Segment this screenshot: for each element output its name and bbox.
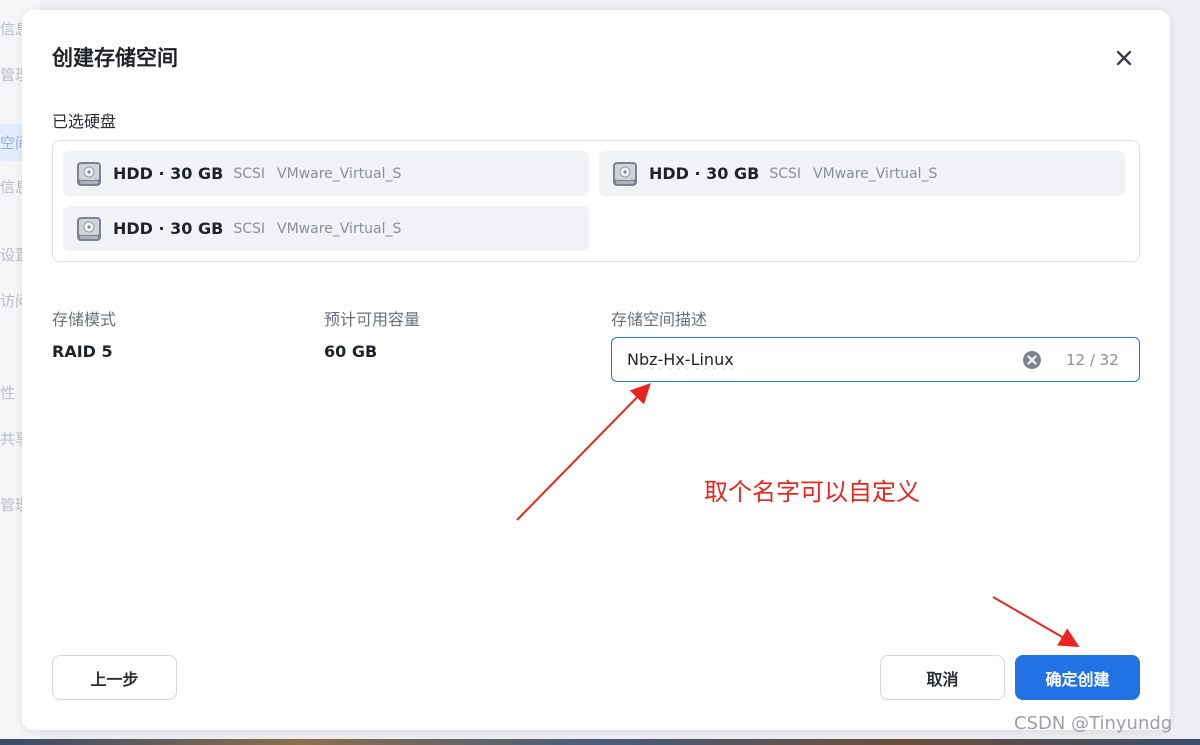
disk-model: VMware_Virtual_S (813, 165, 938, 182)
storage-mode-value: RAID 5 (52, 342, 113, 361)
disk-interface: SCSI (233, 220, 266, 237)
hard-disk-icon (77, 161, 101, 186)
dialog-title: 创建存储空间 (52, 46, 178, 70)
confirm-create-button[interactable]: 确定创建 (1015, 655, 1140, 700)
previous-step-button[interactable]: 上一步 (52, 655, 177, 700)
disk-name: HDD · 30 GB (113, 164, 224, 183)
description-field[interactable]: 12 / 32 (611, 337, 1140, 382)
cancel-button[interactable]: 取消 (880, 655, 1005, 700)
disk-name: HDD · 30 GB (649, 164, 760, 183)
storage-mode-label: 存储模式 (52, 310, 117, 329)
watermark: CSDN @Tinyundg (1014, 713, 1173, 734)
disk-name: HDD · 30 GB (113, 219, 224, 238)
disk-model: VMware_Virtual_S (277, 165, 402, 182)
disk-item: HDD · 30 GB SCSI VMware_Virtual_S (63, 151, 589, 196)
selected-disks-label: 已选硬盘 (52, 112, 117, 131)
disk-interface: SCSI (233, 165, 266, 182)
hard-disk-icon (613, 161, 637, 186)
sidebar-fragment: 共享 (0, 430, 24, 448)
create-storage-dialog: 创建存储空间 已选硬盘 HDD · 30 GB SCSI VMware_Virt… (22, 10, 1170, 730)
character-counter: 12 / 32 (1066, 351, 1119, 369)
sidebar-fragment: 管理 (0, 496, 24, 514)
clear-icon[interactable] (1022, 350, 1042, 370)
disk-item: HDD · 30 GB SCSI VMware_Virtual_S (63, 206, 589, 251)
close-icon[interactable] (1112, 46, 1136, 70)
sidebar-fragment: 性 (0, 384, 16, 402)
sidebar-fragment: 信息 (0, 178, 24, 196)
sidebar-fragment: 访问 (0, 292, 24, 310)
selected-disks-list: HDD · 30 GB SCSI VMware_Virtual_S HDD · … (52, 140, 1140, 262)
disk-model: VMware_Virtual_S (277, 220, 402, 237)
sidebar-fragment: 信息 (0, 20, 24, 38)
capacity-label: 预计可用容量 (324, 310, 421, 329)
sidebar-fragment: 设置 (0, 246, 24, 264)
disk-interface: SCSI (769, 165, 802, 182)
desktop-wallpaper-strip (0, 739, 1200, 745)
description-label: 存储空间描述 (611, 310, 708, 329)
annotation-text: 取个名字可以自定义 (704, 478, 920, 506)
capacity-value: 60 GB (324, 342, 378, 361)
disk-item: HDD · 30 GB SCSI VMware_Virtual_S (599, 151, 1125, 196)
description-input[interactable] (627, 350, 1007, 369)
sidebar-fragment: 管理 (0, 66, 24, 84)
hard-disk-icon (77, 216, 101, 241)
